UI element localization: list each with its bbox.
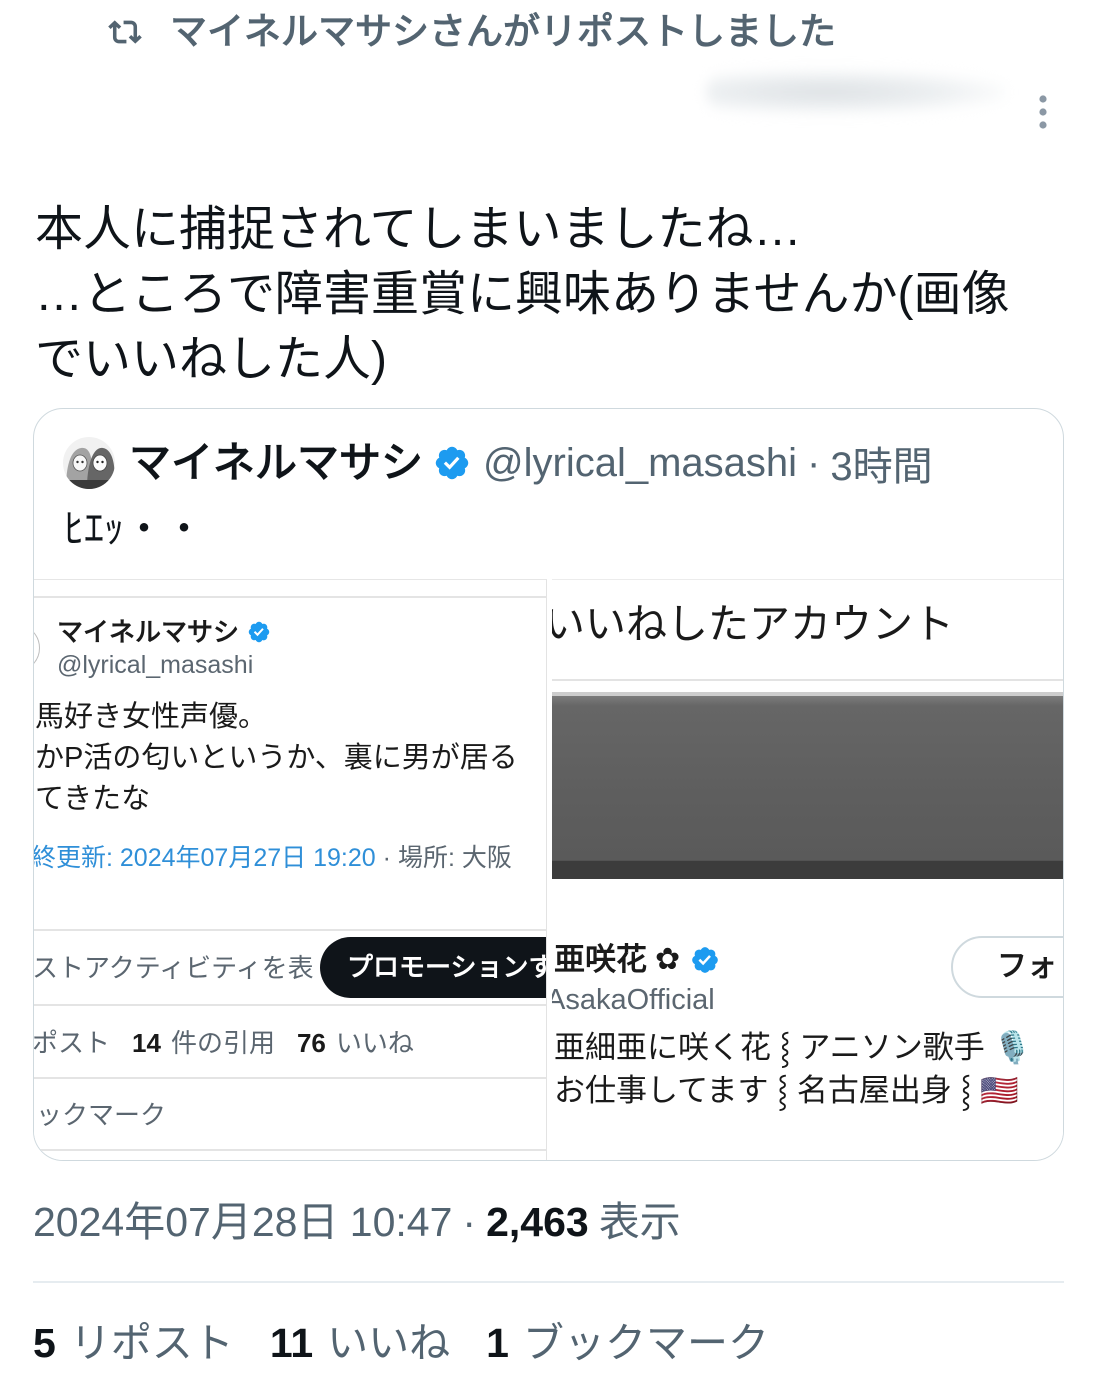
reposts-stat[interactable]: 5 リポスト xyxy=(33,1318,234,1368)
post-timestamp[interactable]: 2024年07月28日 10:47 xyxy=(33,1197,452,1247)
tweet-text: 本人に捕捉されてしまいましたね… …ところで障害重賞に興味ありませんか(画像 で… xyxy=(35,197,1075,392)
quotes-count: 14 xyxy=(132,1028,161,1058)
likes-label: いいね xyxy=(335,1028,414,1058)
post-activity-label: ストアクティビティを表 xyxy=(34,953,314,983)
account-name: 亜咲花 xyxy=(554,942,647,977)
redacted-area xyxy=(552,692,1063,879)
avatar xyxy=(63,437,115,489)
tweet-text-line: …ところで障害重賞に興味ありませんか(画像 xyxy=(35,268,1010,321)
account-name-emoji: ✿ xyxy=(655,943,681,976)
likes-label: いいね xyxy=(327,1320,451,1366)
repost-icon xyxy=(108,15,142,49)
divider xyxy=(34,1149,546,1151)
account-bio-line: お仕事してます ⸾ 名古屋出身 ⸾ 🇺🇸 xyxy=(554,1073,1019,1108)
promote-button: プロモーションす xyxy=(320,937,546,998)
quote-image-liked-accounts[interactable]: いいねしたアカウント 亜咲花 ✿ フォ AsakaOfficial 亜細亜に咲く… xyxy=(552,579,1063,1160)
account-handle: AsakaOfficial xyxy=(552,984,715,1016)
blurred-author-name xyxy=(706,70,1006,114)
profile-name-row: マイネルマサシ xyxy=(57,616,271,648)
bookmarks-count: 1 xyxy=(486,1320,509,1366)
separator-dot: · xyxy=(382,844,391,872)
account-name-row: 亜咲花 ✿ xyxy=(554,942,720,978)
views-label: 表示 xyxy=(598,1199,681,1245)
liked-accounts-title: いいねしたアカウント xyxy=(552,601,954,647)
quote-text: ﾋｴｯ・・ xyxy=(64,507,204,551)
quote-author-handle: @lyrical_masashi xyxy=(483,441,798,485)
account-bio-line: 亜細亜に咲く花 ⸾ アニソン歌手 🎙️ xyxy=(554,1030,1032,1065)
divider xyxy=(552,679,1063,681)
reposts-label: リポスト xyxy=(69,1320,234,1366)
quote-author-name: マイネルマサシ xyxy=(129,439,424,486)
quotes-label: 件の引用 xyxy=(170,1028,275,1058)
profile-handle: @lyrical_masashi xyxy=(57,651,254,679)
profile-last-updated: 終更新: 2024年07月27日 19:20 xyxy=(34,844,376,872)
separator-dot: · xyxy=(807,440,821,485)
divider xyxy=(34,929,546,931)
post-stats: ポスト 14 件の引用 76 いいね xyxy=(34,1027,414,1059)
account-bio: 亜細亜に咲く花 ⸾ アニソン歌手 🎙️ お仕事してます ⸾ 名古屋出身 ⸾ 🇺🇸 xyxy=(554,1026,1032,1112)
tweet-text-line: 本人に捕捉されてしまいましたね… xyxy=(35,203,802,256)
profile-bio-line: 馬好き女性声優。 xyxy=(35,701,268,733)
profile-bio: 馬好き女性声優。 かP活の匂いというか、裏に男が居る てきたな xyxy=(35,697,518,820)
likes-count: 11 xyxy=(269,1320,314,1366)
reposts-label: ポスト xyxy=(34,1028,111,1058)
tweet-text-line: でいいねした人) xyxy=(35,333,387,386)
divider xyxy=(34,1004,546,1006)
divider xyxy=(33,1281,1064,1283)
profile-name: マイネルマサシ xyxy=(57,617,240,647)
likes-stat[interactable]: 11 いいね xyxy=(270,1318,450,1368)
likes-count: 76 xyxy=(296,1028,326,1058)
views-count: 2,463 xyxy=(486,1199,589,1245)
profile-avatar xyxy=(34,624,40,672)
verified-badge-icon xyxy=(690,945,720,975)
bookmarks-label: ブックマーク xyxy=(522,1320,769,1366)
repost-banner[interactable]: マイネルマサシさんがリポストしました xyxy=(108,6,836,58)
more-vertical-icon[interactable] xyxy=(1034,93,1052,131)
profile-bio-line: てきたな xyxy=(35,783,151,815)
post-timestamp-row: 2024年07月28日 10:47 · 2,463 表示 xyxy=(33,1197,681,1247)
profile-meta: 終更新: 2024年07月27日 19:20 · 場所: 大阪 xyxy=(34,842,512,874)
quote-image-profile-screenshot[interactable]: マイネルマサシ @lyrical_masashi 馬好き女性声優。 かP活の匂い… xyxy=(34,579,547,1160)
follow-button: フォ xyxy=(951,936,1063,998)
separator-dot: · xyxy=(462,1199,477,1245)
verified-badge-icon xyxy=(247,620,271,644)
bookmarks-label: ックマーク xyxy=(36,1100,167,1130)
verified-badge-icon xyxy=(433,444,471,482)
profile-bio-line: かP活の匂いというか、裏に男が居る xyxy=(35,742,518,774)
divider xyxy=(34,596,546,598)
repost-banner-text[interactable]: マイネルマサシさんがリポストしました xyxy=(170,6,836,58)
quote-tweet-card[interactable]: マイネルマサシ @lyrical_masashi · 3時間 ﾋｴｯ・・ マイネ… xyxy=(33,408,1064,1161)
bookmarks-stat[interactable]: 1 ブックマーク xyxy=(486,1318,769,1368)
quote-time: 3時間 xyxy=(830,445,933,489)
engagement-stats: 5 リポスト 11 いいね 1 ブックマーク xyxy=(33,1318,1064,1368)
reposts-count: 5 xyxy=(33,1320,56,1366)
divider xyxy=(34,1077,546,1079)
profile-location: 場所: 大阪 xyxy=(397,844,512,872)
quote-header: マイネルマサシ @lyrical_masashi · 3時間 xyxy=(63,436,933,490)
